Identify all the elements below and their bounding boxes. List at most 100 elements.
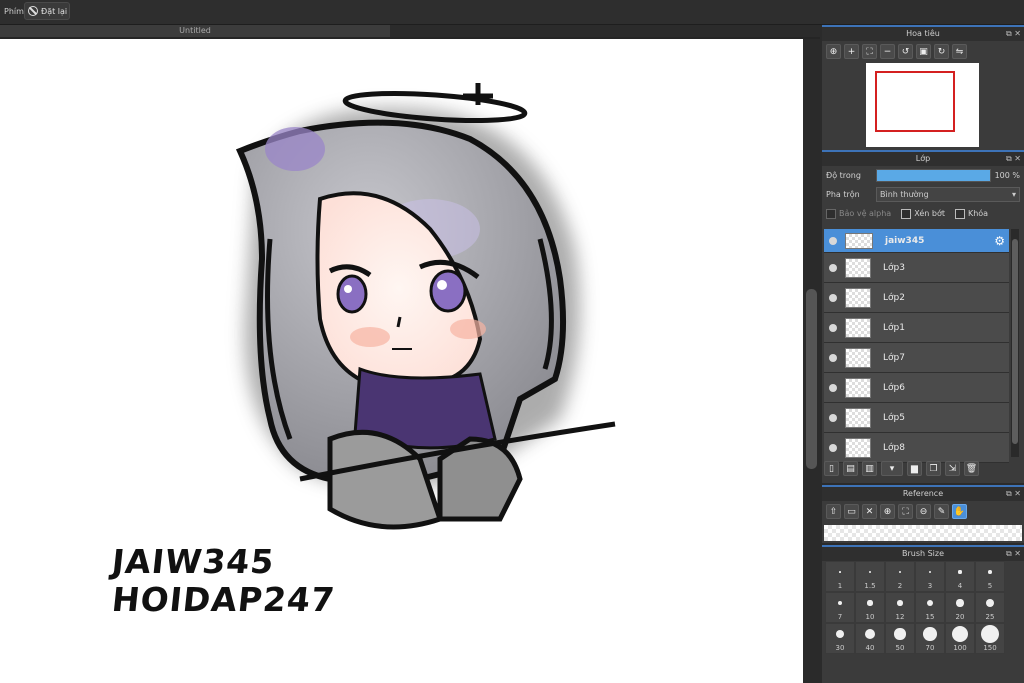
scrollbar-thumb[interactable]	[806, 289, 817, 469]
lock-checkbox[interactable]: Khóa	[954, 208, 988, 219]
layer-row[interactable]: Lớp6	[824, 373, 1009, 403]
add-layer-dropdown-icon[interactable]: ▾	[881, 461, 903, 476]
layer-scrollbar[interactable]	[1011, 229, 1019, 457]
panel-controls-icon[interactable]: ⧉ ✕	[1006, 547, 1021, 560]
document-tab[interactable]: Untitled	[0, 25, 390, 37]
brush-size-label: 4	[957, 582, 963, 590]
layer-row[interactable]: Lớp3	[824, 253, 1009, 283]
visibility-icon[interactable]	[829, 413, 837, 422]
visibility-icon[interactable]	[829, 323, 837, 332]
merge-layer-icon[interactable]: ⇲	[945, 461, 960, 476]
brush-size-option[interactable]: 12	[885, 592, 915, 623]
folder-icon[interactable]: ▆	[907, 461, 922, 476]
layer-scrollbar-thumb[interactable]	[1012, 239, 1018, 444]
fit-screen-icon[interactable]: ⛶	[862, 44, 877, 59]
brush-dot-icon	[867, 600, 873, 606]
brush-size-option[interactable]: 4	[945, 561, 975, 592]
brush-size-option[interactable]: 20	[945, 592, 975, 623]
fit-screen-icon[interactable]: ⛶	[898, 504, 913, 519]
brush-size-label: 100	[953, 644, 967, 652]
new-halftone-layer-icon[interactable]: ▤	[843, 461, 858, 476]
brush-size-label: 70	[925, 644, 935, 652]
brush-dot-icon	[837, 600, 843, 606]
keys-label: Phím	[4, 7, 24, 16]
visibility-icon[interactable]	[829, 236, 837, 245]
brush-size-option[interactable]: 2	[885, 561, 915, 592]
brush-size-option[interactable]: 70	[915, 623, 945, 654]
reference-image-area[interactable]	[824, 525, 1022, 541]
brush-size-option[interactable]: 150	[975, 623, 1005, 654]
brush-size-option[interactable]: 10	[855, 592, 885, 623]
brush-size-option[interactable]: 30	[825, 623, 855, 654]
duplicate-layer-icon[interactable]: ❐	[926, 461, 941, 476]
brush-size-title: Brush Size	[901, 549, 945, 558]
brush-size-option[interactable]: 100	[945, 623, 975, 654]
layer-thumbnail	[845, 287, 871, 308]
brush-size-option[interactable]: 5	[975, 561, 1005, 592]
layer-row[interactable]: Lớp5	[824, 403, 1009, 433]
rotate-left-icon[interactable]: ↺	[898, 44, 913, 59]
brush-size-option[interactable]: 7	[825, 592, 855, 623]
blend-row: Pha trộn Bình thường	[822, 185, 1024, 204]
layer-row[interactable]: jaiw345 ⚙	[824, 229, 1009, 253]
reset-view-icon[interactable]: ▣	[916, 44, 931, 59]
layer-panel: Lớp ⧉ ✕ Độ trong 100 % Pha trộn Bình thườ…	[822, 150, 1024, 483]
brush-size-option[interactable]: 15	[915, 592, 945, 623]
zoom-out-icon[interactable]: ⊖	[916, 504, 931, 519]
panel-controls-icon[interactable]: ⧉ ✕	[1006, 27, 1021, 40]
watermark-line-2: HOIDAP247	[110, 580, 338, 619]
zoom-out-icon[interactable]: −	[880, 44, 895, 59]
upload-icon[interactable]: ⇧	[826, 504, 841, 519]
close-icon[interactable]: ✕	[862, 504, 877, 519]
zoom-in-icon[interactable]: +	[844, 44, 859, 59]
brush-size-grid: 1 1.5 2 3 4 5 7 10 12 15 20 25 30 40 50 70 100 150	[822, 561, 1015, 654]
panel-controls-icon[interactable]: ⧉ ✕	[1006, 487, 1021, 500]
brush-dot-icon	[958, 570, 962, 574]
navigator-toolbar: ⊕ + ⛶ − ↺ ▣ ↻ ⇋	[822, 41, 1024, 62]
layer-row[interactable]: Lớp1	[824, 313, 1009, 343]
new-layer-icon[interactable]: ▯	[824, 461, 839, 476]
hair-highlight	[265, 127, 325, 171]
eyedropper-icon[interactable]: ✎	[934, 504, 949, 519]
layer-row[interactable]: Lớp7	[824, 343, 1009, 373]
canvas-scrollbar[interactable]	[803, 39, 820, 683]
navigator-title: Hoa tiêu	[906, 29, 940, 38]
visibility-icon[interactable]	[829, 263, 837, 272]
navigator-preview[interactable]	[866, 63, 979, 147]
panel-controls-icon[interactable]: ⧉ ✕	[1006, 152, 1021, 165]
brush-size-option[interactable]: 1.5	[855, 561, 885, 592]
brush-size-option[interactable]: 40	[855, 623, 885, 654]
opacity-slider[interactable]	[876, 169, 991, 182]
watermark-line-1: JAIW345	[110, 542, 277, 581]
visibility-icon[interactable]	[829, 383, 837, 392]
layer-name: Lớp6	[883, 382, 905, 393]
brush-dot-icon	[897, 600, 903, 606]
brush-size-option[interactable]: 1	[825, 561, 855, 592]
visibility-icon[interactable]	[829, 293, 837, 302]
hand-icon[interactable]: ✋	[952, 504, 967, 519]
layer-row[interactable]: Lớp2	[824, 283, 1009, 313]
brush-dot-icon	[864, 628, 876, 640]
visibility-icon[interactable]	[829, 443, 837, 452]
blend-mode-select[interactable]: Bình thường	[876, 187, 1020, 202]
protect-alpha-checkbox[interactable]: Bảo vệ alpha	[826, 208, 891, 219]
brush-size-option[interactable]: 25	[975, 592, 1005, 623]
trash-icon[interactable]: 🗑	[964, 461, 979, 476]
navigator-viewport-frame[interactable]	[875, 71, 955, 132]
brush-dot-icon	[988, 570, 992, 574]
zoom-in-icon[interactable]: ⊕	[880, 504, 895, 519]
drawing-canvas[interactable]: JAIW345 HOIDAP247	[0, 39, 803, 683]
gear-icon[interactable]: ⚙	[994, 234, 1005, 248]
visibility-icon[interactable]	[829, 353, 837, 362]
new-1bit-layer-icon[interactable]: ▥	[862, 461, 877, 476]
zoom-fit-icon[interactable]: ⊕	[826, 44, 841, 59]
reference-panel: Reference ⧉ ✕ ⇧ ▭ ✕ ⊕ ⛶ ⊖ ✎ ✋	[822, 485, 1024, 543]
flip-icon[interactable]: ⇋	[952, 44, 967, 59]
reset-button[interactable]: Đặt lại	[24, 2, 70, 20]
layer-row[interactable]: Lớp8	[824, 433, 1009, 463]
brush-size-option[interactable]: 3	[915, 561, 945, 592]
clipping-checkbox[interactable]: Xén bớt	[901, 208, 945, 219]
rotate-right-icon[interactable]: ↻	[934, 44, 949, 59]
brush-size-option[interactable]: 50	[885, 623, 915, 654]
open-folder-icon[interactable]: ▭	[844, 504, 859, 519]
